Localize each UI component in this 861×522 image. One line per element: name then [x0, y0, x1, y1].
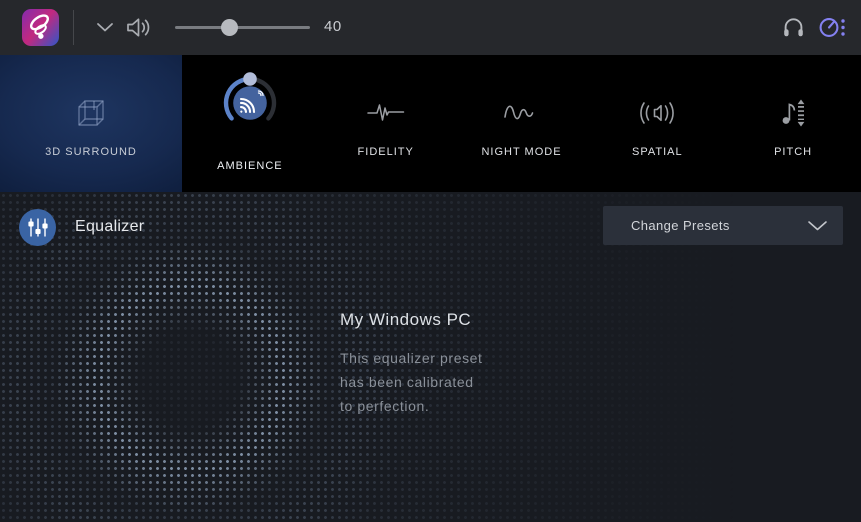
section-title: Equalizer	[75, 218, 144, 236]
headphones-icon	[781, 15, 806, 40]
pulse-icon	[363, 95, 409, 131]
change-presets-label: Change Presets	[631, 218, 730, 233]
preset-description-line: has been calibrated	[340, 370, 483, 394]
speaker-volume-icon	[125, 15, 152, 40]
ambience-knob-icon	[218, 69, 282, 133]
preset-name: My Windows PC	[340, 310, 483, 330]
cube-3d-icon	[71, 93, 111, 133]
pitch-note-icon	[773, 93, 813, 133]
boom-spiral-icon	[23, 10, 59, 46]
app-logo-button[interactable]	[22, 9, 59, 46]
tab-spatial[interactable]: SPATIAL	[589, 55, 725, 192]
tab-label: FIDELITY	[318, 146, 454, 158]
tab-label: 3D SURROUND	[0, 146, 182, 158]
topbar-divider	[73, 10, 74, 45]
tab-fidelity[interactable]: FIDELITY	[318, 55, 454, 192]
volume-value: 40	[324, 18, 342, 35]
chevron-down-icon	[807, 220, 828, 232]
change-presets-button[interactable]: Change Presets	[603, 206, 843, 245]
tab-label: SPATIAL	[589, 146, 725, 158]
tab-3d-surround[interactable]: 3D SURROUND	[0, 55, 182, 192]
preset-description-line: This equalizer preset	[340, 346, 483, 370]
tab-label: PITCH	[725, 146, 861, 158]
tab-night-mode[interactable]: NIGHT MODE	[454, 55, 590, 192]
knob-dial-icon	[818, 14, 848, 41]
preset-info: My Windows PC This equalizer preset has …	[340, 310, 483, 418]
mute-toggle-button[interactable]	[124, 14, 152, 41]
output-device-dropdown-button[interactable]	[94, 20, 116, 34]
sine-wave-icon	[498, 95, 544, 131]
spatial-speaker-icon	[630, 95, 684, 131]
headphones-mode-button[interactable]	[780, 14, 806, 41]
tab-pitch[interactable]: PITCH	[725, 55, 861, 192]
volume-slider-track[interactable]	[175, 26, 310, 29]
preset-description: This equalizer preset has been calibrate…	[340, 346, 483, 418]
equalizer-icon	[19, 209, 56, 246]
app-window: 40	[0, 0, 861, 522]
audio-settings-button[interactable]	[817, 13, 849, 42]
chevron-down-icon	[96, 22, 114, 33]
tab-label: NIGHT MODE	[454, 146, 590, 158]
tab-label: AMBIENCE	[182, 160, 318, 172]
volume-slider-thumb[interactable]	[221, 19, 238, 36]
volume-slider[interactable]	[175, 15, 310, 40]
equalizer-panel: Equalizer Change Presets My Windows PC T…	[0, 192, 861, 522]
tab-ambience[interactable]: AMBIENCE	[182, 55, 318, 192]
top-bar: 40	[0, 0, 861, 55]
preset-description-line: to perfection.	[340, 394, 483, 418]
effects-tab-bar: 3D SURROUND	[0, 55, 861, 192]
